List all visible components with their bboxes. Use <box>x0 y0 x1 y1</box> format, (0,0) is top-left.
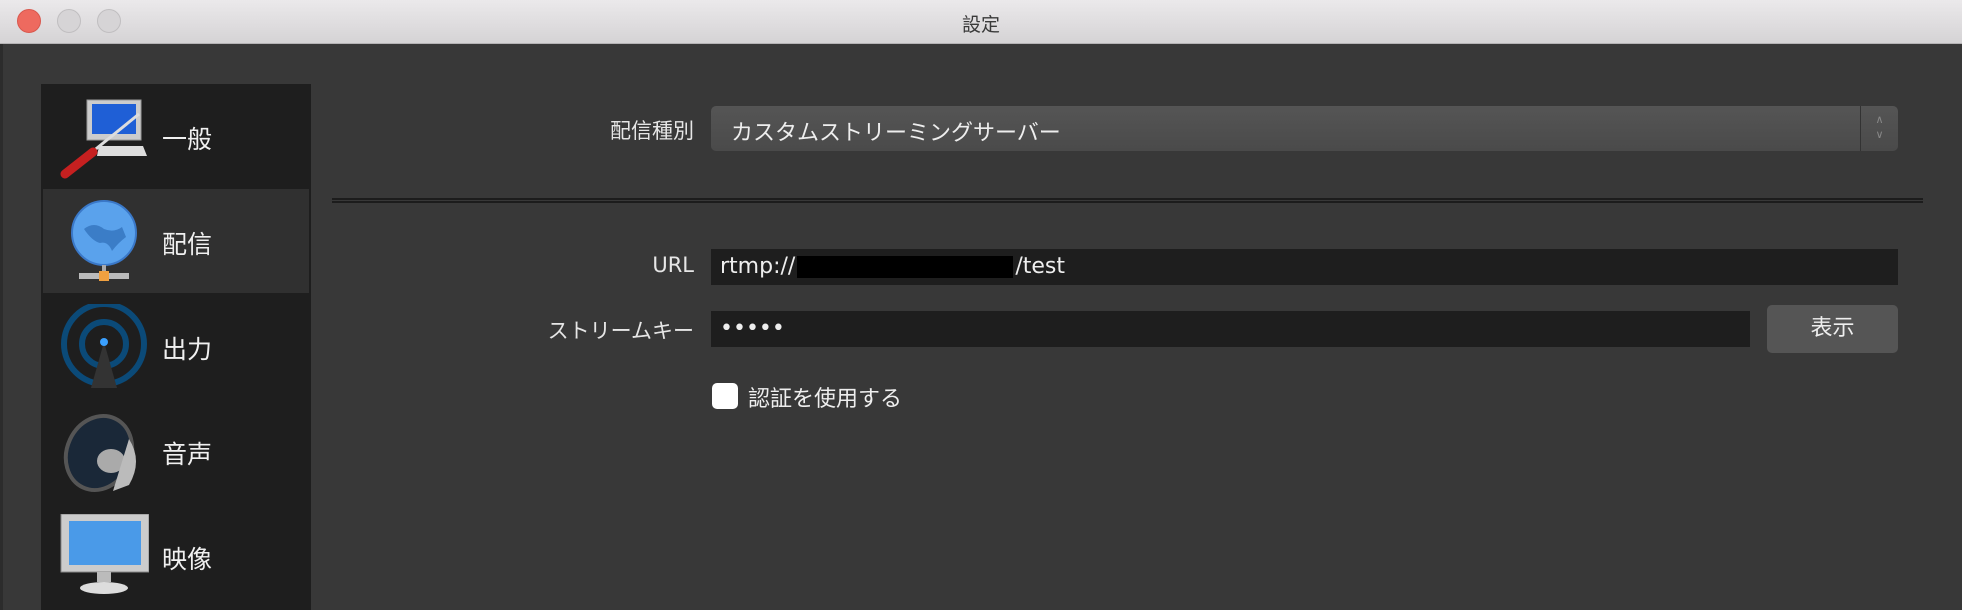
stream-key-value: ••••• <box>720 316 785 341</box>
url-input[interactable]: rtmp:// /test <box>711 249 1898 285</box>
monitor-icon <box>60 514 149 594</box>
sidebar-item-video[interactable]: 映像 <box>43 504 309 608</box>
window-title: 設定 <box>961 14 1000 36</box>
sidebar-item-label: 配信 <box>162 230 213 259</box>
speaker-icon <box>63 414 136 492</box>
window-edge <box>0 44 3 610</box>
title-bar: 設定 <box>0 0 1962 44</box>
redacted-host <box>797 256 1014 278</box>
separator <box>332 198 1923 203</box>
stream-key-input[interactable]: ••••• <box>711 311 1750 347</box>
sidebar-item-label: 出力 <box>162 335 213 364</box>
show-key-button[interactable]: 表示 <box>1767 305 1898 353</box>
sidebar-item-audio[interactable]: 音声 <box>43 399 309 503</box>
broadcast-antenna-icon <box>61 304 147 388</box>
url-label: URL <box>652 253 694 277</box>
settings-sidebar: 一般 配信 出力 音声 映像 <box>41 84 311 610</box>
globe-network-icon <box>71 200 137 281</box>
url-prefix: rtmp:// <box>720 254 796 279</box>
sidebar-item-label: 映像 <box>162 545 213 574</box>
sidebar-item-general[interactable]: 一般 <box>43 84 309 188</box>
service-value: カスタムストリーミングサーバー <box>731 121 1061 146</box>
service-label: 配信種別 <box>610 119 694 143</box>
sidebar-item-stream[interactable]: 配信 <box>43 189 309 293</box>
stream-key-label: ストリームキー <box>547 319 694 343</box>
updown-chevron-icon: ∧ ∨ <box>1860 106 1898 151</box>
use-auth-label[interactable]: 認証を使用する <box>748 381 902 413</box>
service-select[interactable]: カスタムストリーミングサーバー ∧ ∨ <box>711 106 1898 151</box>
sidebar-item-label: 音声 <box>162 440 213 469</box>
sidebar-item-output[interactable]: 出力 <box>43 294 309 398</box>
use-auth-checkbox[interactable] <box>712 383 738 409</box>
general-settings-icon <box>60 99 147 179</box>
sidebar-item-label: 一般 <box>162 125 213 154</box>
url-suffix: /test <box>1015 254 1065 279</box>
